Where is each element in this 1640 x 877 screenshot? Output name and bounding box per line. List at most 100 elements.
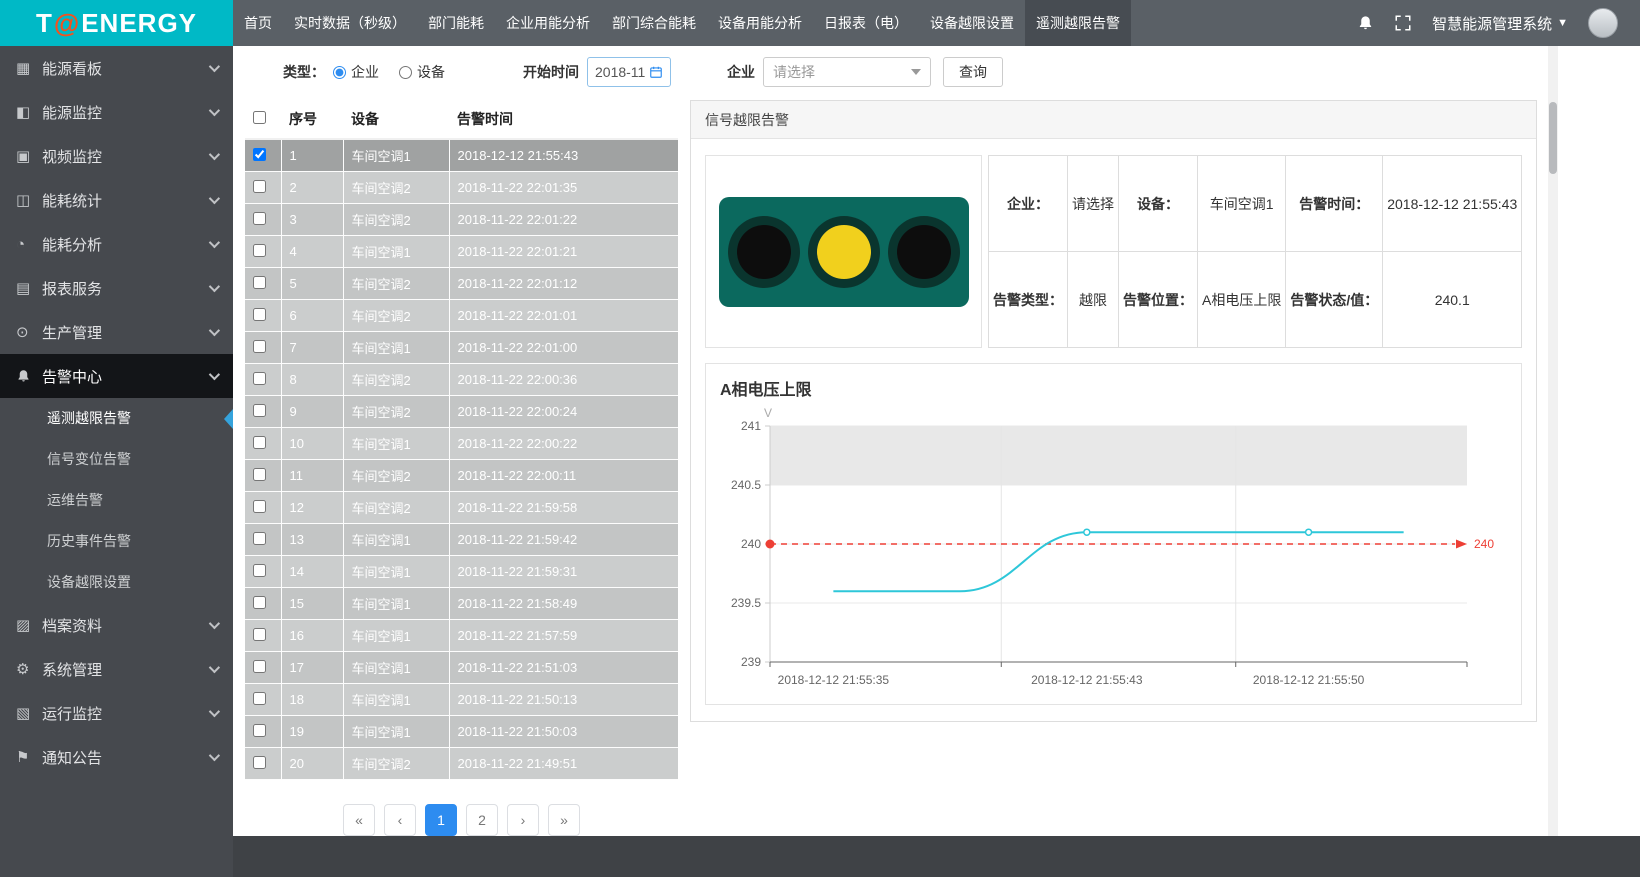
sidebar-subitem[interactable]: 信号变位告警 <box>0 439 233 480</box>
table-row[interactable]: 4车间空调12018-11-22 22:01:21 <box>245 236 678 268</box>
top-nav-item[interactable]: 实时数据（秒级） <box>283 0 417 46</box>
sidebar-subitem[interactable]: 设备越限设置 <box>0 562 233 603</box>
table-row[interactable]: 3车间空调22018-11-22 22:01:22 <box>245 204 678 236</box>
sidebar-item-system[interactable]: ⚙系统管理 <box>0 647 233 691</box>
system-title-dropdown[interactable]: 智慧能源管理系统▼ <box>1432 13 1568 34</box>
row-checkbox[interactable] <box>253 436 266 449</box>
row-checkbox[interactable] <box>253 340 266 353</box>
sidebar: ▦能源看板◧能源监控▣视频监控◫能耗统计◔能耗分析▤报表服务⊙生产管理告警中心遥… <box>0 46 233 877</box>
query-button[interactable]: 查询 <box>943 57 1003 87</box>
row-checkbox[interactable] <box>253 692 266 705</box>
row-checkbox[interactable] <box>253 532 266 545</box>
row-checkbox[interactable] <box>253 180 266 193</box>
table-row[interactable]: 15车间空调12018-11-22 21:58:49 <box>245 588 678 620</box>
cell-no: 4 <box>281 236 343 268</box>
top-nav-item[interactable]: 首页 <box>233 0 283 46</box>
scrollbar-track[interactable] <box>1548 46 1558 836</box>
page-button[interactable]: 1 <box>425 804 457 836</box>
radio-option[interactable]: 企业 <box>333 62 379 82</box>
cell-time: 2018-11-22 22:00:22 <box>449 428 678 460</box>
top-nav-item[interactable]: 企业用能分析 <box>495 0 601 46</box>
cell-time: 2018-11-22 22:00:11 <box>449 460 678 492</box>
top-nav-item[interactable]: 设备用能分析 <box>707 0 813 46</box>
table-row[interactable]: 8车间空调22018-11-22 22:00:36 <box>245 364 678 396</box>
row-checkbox[interactable] <box>253 564 266 577</box>
cell-device: 车间空调1 <box>343 684 449 716</box>
sidebar-item-archive[interactable]: ▨档案资料 <box>0 603 233 647</box>
radio-option[interactable]: 设备 <box>399 62 445 82</box>
row-checkbox[interactable] <box>253 756 266 769</box>
table-row[interactable]: 20车间空调22018-11-22 21:49:51 <box>245 748 678 780</box>
row-checkbox[interactable] <box>253 660 266 673</box>
sidebar-item-operation[interactable]: ▧运行监控 <box>0 691 233 735</box>
table-row[interactable]: 2车间空调22018-11-22 22:01:35 <box>245 172 678 204</box>
table-row[interactable]: 18车间空调12018-11-22 21:50:13 <box>245 684 678 716</box>
cell-device: 车间空调1 <box>343 428 449 460</box>
sidebar-subitem[interactable]: 历史事件告警 <box>0 521 233 562</box>
type-radio[interactable] <box>333 66 346 79</box>
table-row[interactable]: 16车间空调12018-11-22 21:57:59 <box>245 620 678 652</box>
page-button[interactable]: ‹ <box>384 804 416 836</box>
avatar[interactable] <box>1588 8 1618 38</box>
sidebar-subitem[interactable]: 运维告警 <box>0 480 233 521</box>
bell-icon[interactable] <box>1357 15 1374 32</box>
start-time-value: 2018-11 <box>595 64 645 80</box>
type-radio[interactable] <box>399 66 412 79</box>
cell-time: 2018-11-22 22:01:12 <box>449 268 678 300</box>
row-checkbox[interactable] <box>253 468 266 481</box>
sidebar-item-monitor[interactable]: ◧能源监控 <box>0 90 233 134</box>
row-checkbox[interactable] <box>253 404 266 417</box>
page-button[interactable]: 2 <box>466 804 498 836</box>
table-row[interactable]: 1车间空调12018-12-12 21:55:43 <box>245 139 678 172</box>
page-button[interactable]: » <box>548 804 580 836</box>
row-checkbox[interactable] <box>253 372 266 385</box>
row-checkbox[interactable] <box>253 244 266 257</box>
cell-no: 3 <box>281 204 343 236</box>
row-checkbox[interactable] <box>253 276 266 289</box>
sidebar-item-report[interactable]: ▤报表服务 <box>0 266 233 310</box>
sidebar-item-video[interactable]: ▣视频监控 <box>0 134 233 178</box>
cell-no: 1 <box>281 139 343 172</box>
top-nav-item[interactable]: 日报表（电） <box>813 0 919 46</box>
row-checkbox[interactable] <box>253 500 266 513</box>
sidebar-item-stats[interactable]: ◫能耗统计 <box>0 178 233 222</box>
table-row[interactable]: 6车间空调22018-11-22 22:01:01 <box>245 300 678 332</box>
sidebar-item-alarm[interactable]: 告警中心 <box>0 354 233 398</box>
top-nav-item[interactable]: 设备越限设置 <box>919 0 1025 46</box>
alarm-detail-panel: 信号越限告警 企业： 请选择 设备： 车间空调1 告警时间： 201 <box>690 100 1537 722</box>
table-row[interactable]: 10车间空调12018-11-22 22:00:22 <box>245 428 678 460</box>
sidebar-item-dashboard[interactable]: ▦能源看板 <box>0 46 233 90</box>
table-row[interactable]: 17车间空调12018-11-22 21:51:03 <box>245 652 678 684</box>
table-row[interactable]: 5车间空调22018-11-22 22:01:12 <box>245 268 678 300</box>
scrollbar-thumb[interactable] <box>1549 102 1557 174</box>
start-time-input[interactable]: 2018-11 <box>587 57 671 87</box>
page-button[interactable]: › <box>507 804 539 836</box>
table-row[interactable]: 7车间空调12018-11-22 22:01:00 <box>245 332 678 364</box>
sidebar-submenu: 遥测越限告警信号变位告警运维告警历史事件告警设备越限设置 <box>0 398 233 603</box>
table-row[interactable]: 14车间空调12018-11-22 21:59:31 <box>245 556 678 588</box>
top-nav-item[interactable]: 部门能耗 <box>417 0 495 46</box>
page-button[interactable]: « <box>343 804 375 836</box>
top-nav-item[interactable]: 遥测越限告警 <box>1025 0 1131 46</box>
row-checkbox[interactable] <box>253 628 266 641</box>
row-checkbox[interactable] <box>253 596 266 609</box>
row-checkbox[interactable] <box>253 148 266 161</box>
cell-device: 车间空调1 <box>343 139 449 172</box>
company-select[interactable]: 请选择 <box>763 57 931 87</box>
table-row[interactable]: 19车间空调12018-11-22 21:50:03 <box>245 716 678 748</box>
table-row[interactable]: 11车间空调22018-11-22 22:00:11 <box>245 460 678 492</box>
table-row[interactable]: 9车间空调22018-11-22 22:00:24 <box>245 396 678 428</box>
top-nav-item[interactable]: 部门综合能耗 <box>601 0 707 46</box>
table-row[interactable]: 12车间空调22018-11-22 21:59:58 <box>245 492 678 524</box>
sidebar-subitem[interactable]: 遥测越限告警 <box>0 398 233 439</box>
row-checkbox[interactable] <box>253 724 266 737</box>
row-checkbox[interactable] <box>253 308 266 321</box>
sidebar-item-production[interactable]: ⊙生产管理 <box>0 310 233 354</box>
info-status-label: 告警状态/值： <box>1286 252 1383 348</box>
table-row[interactable]: 13车间空调12018-11-22 21:59:42 <box>245 524 678 556</box>
sidebar-item-notice[interactable]: ⚑通知公告 <box>0 735 233 779</box>
sidebar-item-analysis[interactable]: ◔能耗分析 <box>0 222 233 266</box>
row-checkbox[interactable] <box>253 212 266 225</box>
fullscreen-icon[interactable] <box>1394 14 1412 32</box>
select-all-checkbox[interactable] <box>253 111 266 124</box>
